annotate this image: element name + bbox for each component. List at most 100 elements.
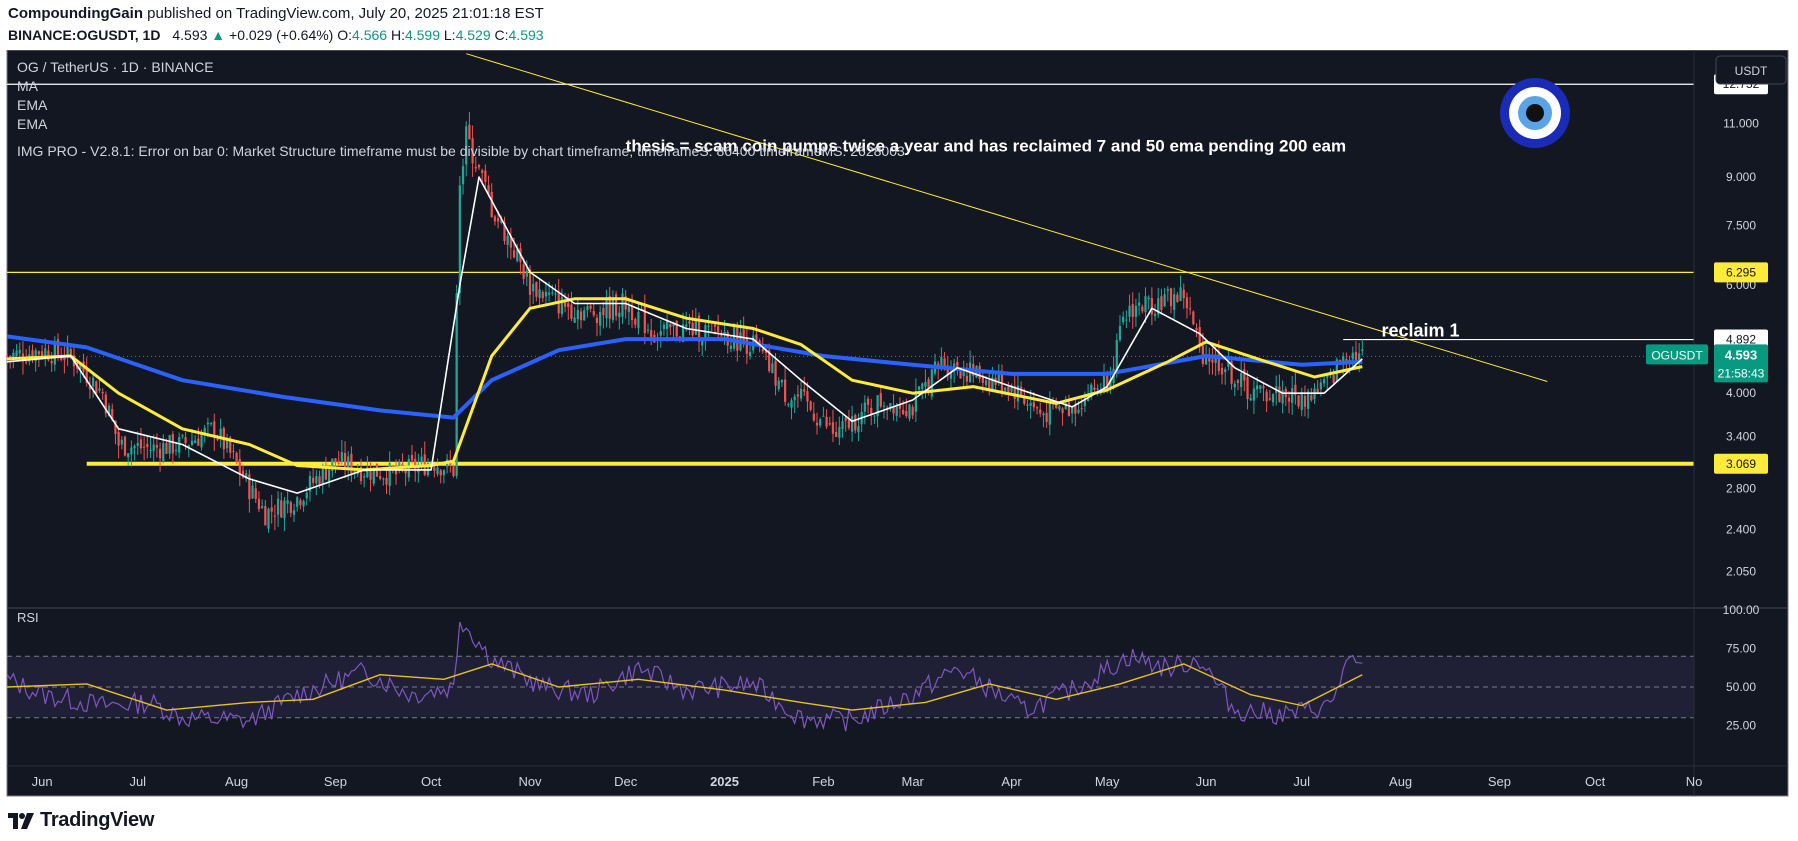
candle-body xyxy=(675,320,678,337)
candle-body xyxy=(1169,288,1173,307)
candle-body xyxy=(1173,294,1176,310)
candle-body xyxy=(573,317,576,323)
tradingview-logo-icon xyxy=(8,813,34,829)
candle-body xyxy=(276,498,280,515)
candle-body xyxy=(554,293,557,295)
candle-body xyxy=(1195,328,1198,331)
rsi-tick-label: 50.00 xyxy=(1726,680,1756,694)
candle-body xyxy=(1096,388,1099,390)
time-tick-label: Apr xyxy=(1001,774,1022,789)
candle-body xyxy=(388,462,391,487)
candle-body xyxy=(643,305,646,333)
candle-body xyxy=(165,442,168,454)
annotation-1[interactable]: reclaim 1 xyxy=(1381,320,1459,340)
candle-body xyxy=(605,298,608,319)
time-tick-label: Sep xyxy=(324,774,347,789)
candle-body xyxy=(1093,387,1096,390)
candle-body xyxy=(69,349,72,355)
candle-body xyxy=(1303,396,1307,407)
candle-body xyxy=(905,410,908,417)
indicator-ema-2[interactable]: EMA xyxy=(17,116,48,132)
open-label: O: xyxy=(337,27,353,43)
close-label: C: xyxy=(494,27,509,43)
candle-body xyxy=(184,437,187,444)
candle-body xyxy=(289,502,292,513)
indicator-ema-1[interactable]: EMA xyxy=(17,97,48,113)
candle-body xyxy=(101,391,104,394)
close-value: 4.593 xyxy=(508,27,544,43)
candle-body xyxy=(1198,327,1201,346)
candle-body xyxy=(25,361,28,363)
candle-body xyxy=(1224,369,1227,373)
candle-body xyxy=(1182,289,1185,299)
candle[interactable] xyxy=(930,368,933,400)
tradingview-logo[interactable]: TradingView xyxy=(8,806,154,834)
last-price: 4.593 xyxy=(172,27,208,43)
rsi-label[interactable]: RSI xyxy=(17,610,39,625)
candle-body xyxy=(898,405,902,409)
candle-body xyxy=(474,166,477,169)
candle-body xyxy=(1361,349,1364,352)
candle-body xyxy=(130,447,133,455)
candle-body xyxy=(1246,377,1249,400)
candle[interactable] xyxy=(959,371,962,379)
candle-body xyxy=(235,452,238,463)
candle-body xyxy=(541,291,544,299)
candle-body xyxy=(729,345,733,349)
candle-body xyxy=(490,191,493,218)
currency-button[interactable]: USDT xyxy=(1715,55,1787,85)
candle[interactable] xyxy=(95,380,98,394)
candle-body xyxy=(637,312,640,328)
published-text: published on TradingView.com, July 20, 2… xyxy=(147,5,544,22)
candle[interactable] xyxy=(123,435,127,457)
candle-body xyxy=(662,324,666,329)
time-tick-label: Sep xyxy=(1488,774,1511,789)
candle-body xyxy=(921,383,924,389)
candle-body xyxy=(780,379,784,383)
time-tick-label: Aug xyxy=(225,774,248,789)
candle-body xyxy=(143,446,146,448)
candle-body xyxy=(18,349,21,354)
candle[interactable] xyxy=(732,323,736,352)
candle-body xyxy=(777,380,780,390)
candle-body xyxy=(525,270,528,277)
candle-body xyxy=(1310,395,1313,401)
candle-body xyxy=(420,456,423,463)
time-tick-label: 2025 xyxy=(710,774,739,789)
candle-body xyxy=(870,407,873,415)
low-label: L: xyxy=(443,27,456,43)
candle-body xyxy=(634,319,637,325)
candle-body xyxy=(701,340,704,346)
candle[interactable] xyxy=(452,464,455,478)
candle-body xyxy=(599,311,602,326)
candle-body xyxy=(965,375,969,382)
chart-canvas[interactable]: thesis = scam coin pumps twice a year an… xyxy=(0,50,1790,798)
candle[interactable] xyxy=(235,451,238,465)
candle-body xyxy=(1291,388,1294,403)
candle[interactable] xyxy=(809,400,812,412)
currency-button-label[interactable]: USDT xyxy=(1735,64,1768,78)
price-label-3.069[interactable]: 3.069 xyxy=(1714,453,1768,474)
candle-body xyxy=(1061,408,1064,414)
candle-body xyxy=(15,350,18,357)
candle-body xyxy=(650,330,653,337)
time-tick-label: May xyxy=(1095,774,1120,789)
candle-body xyxy=(238,459,241,474)
candle[interactable] xyxy=(854,413,857,434)
candle-body xyxy=(264,506,267,526)
candle-body xyxy=(162,443,165,462)
price-label-6.295[interactable]: 6.295 xyxy=(1714,262,1768,283)
candle-body xyxy=(1319,382,1322,390)
candle-body xyxy=(1166,289,1169,291)
candle-body xyxy=(784,379,787,402)
price-label-text: 6.295 xyxy=(1726,265,1756,279)
time-tick-label: Mar xyxy=(901,774,924,789)
candle-body xyxy=(299,500,302,505)
price-label-text: 3.069 xyxy=(1726,457,1756,471)
indicator-ma[interactable]: MA xyxy=(17,78,39,94)
candle-body xyxy=(911,407,914,416)
candle-body xyxy=(685,324,688,327)
author-name[interactable]: CompoundingGain xyxy=(8,5,143,22)
candle-body xyxy=(997,374,1000,382)
candle[interactable] xyxy=(1192,310,1195,326)
